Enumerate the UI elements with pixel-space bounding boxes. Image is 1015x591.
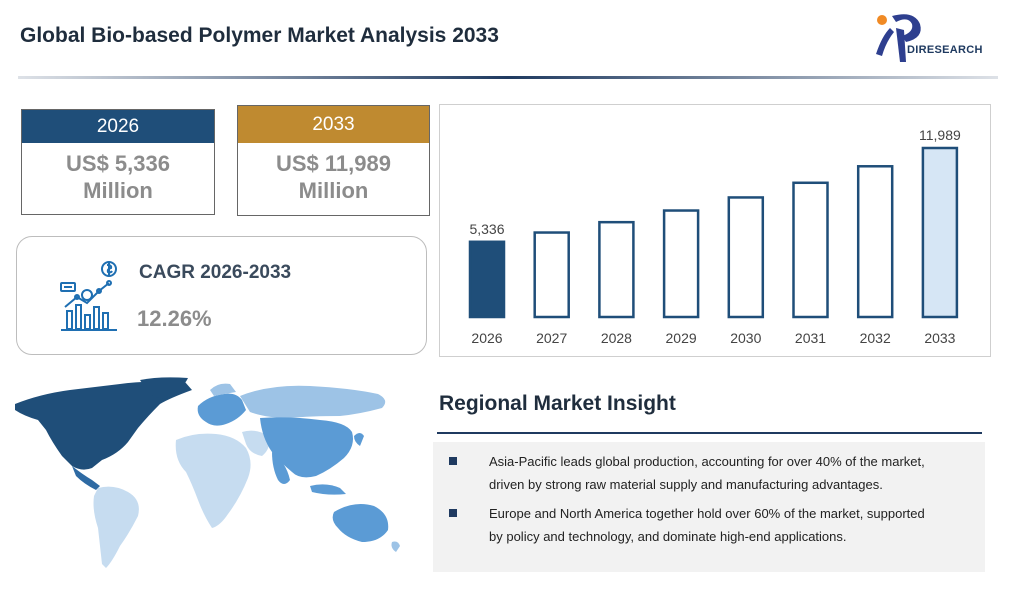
insight-line: Europe and North America together hold o… bbox=[489, 506, 925, 521]
insight-divider bbox=[437, 432, 982, 434]
bullet-square-icon bbox=[449, 509, 457, 517]
stat-card-2026: 2026 US$ 5,336 Million bbox=[21, 109, 215, 215]
bar-chart: 2026 5,336 2027 2028 2029 2030 2031 2032 2033 11,… bbox=[468, 127, 961, 346]
x-tick-label: 2032 bbox=[860, 330, 891, 346]
world-map-icon bbox=[15, 377, 400, 568]
x-tick-label: 2031 bbox=[795, 330, 826, 346]
diresearch-logo-icon bbox=[876, 14, 921, 62]
x-tick-label: 2030 bbox=[730, 330, 761, 346]
insight-title: Regional Market Insight bbox=[439, 392, 676, 415]
bar-2028 bbox=[598, 220, 635, 319]
insight-line: driven by strong raw material supply and… bbox=[489, 477, 883, 492]
insight-line: by policy and technology, and dominate h… bbox=[489, 529, 847, 544]
bar-2030 bbox=[727, 196, 765, 319]
stat-card-2033: 2033 US$ 11,989 Million bbox=[237, 105, 430, 216]
stat-value: US$ 5,336 bbox=[66, 151, 170, 176]
x-tick-label: 2033 bbox=[924, 330, 955, 346]
insight-line: Asia-Pacific leads global production, ac… bbox=[489, 454, 925, 469]
bar-2033 bbox=[921, 146, 959, 319]
bar-2031 bbox=[792, 181, 829, 319]
logo-text: DIRESEARCH bbox=[907, 44, 983, 56]
bar-2032 bbox=[856, 165, 894, 319]
page-title: Global Bio-based Polymer Market Analysis… bbox=[20, 24, 499, 47]
data-label: 5,336 bbox=[469, 221, 504, 237]
bar-2029 bbox=[662, 209, 700, 319]
cagr-value: 12.26% bbox=[137, 306, 212, 331]
stat-value: US$ 11,989 bbox=[276, 151, 391, 176]
title-divider bbox=[18, 76, 998, 79]
stat-unit: Million bbox=[83, 178, 153, 203]
stat-year: 2026 bbox=[22, 110, 214, 143]
x-tick-label: 2026 bbox=[471, 330, 502, 346]
insight-bullet-2: Europe and North America together hold o… bbox=[489, 502, 969, 548]
x-tick-label: 2028 bbox=[601, 330, 632, 346]
stat-year: 2033 bbox=[238, 106, 429, 143]
bar-2027 bbox=[533, 231, 570, 319]
cagr-card: CAGR 2026-2033 12.26% bbox=[16, 236, 427, 355]
analytics-icon bbox=[60, 261, 117, 331]
insight-bullet-1: Asia-Pacific leads global production, ac… bbox=[489, 450, 969, 496]
market-size-chart: 2026 5,336 2027 2028 2029 2030 2031 2032 2033 11,… bbox=[439, 104, 991, 357]
cagr-title: CAGR 2026-2033 bbox=[139, 262, 292, 283]
insight-panel: Asia-Pacific leads global production, ac… bbox=[433, 442, 985, 572]
x-tick-label: 2029 bbox=[666, 330, 697, 346]
bullet-square-icon bbox=[449, 457, 457, 465]
data-label: 11,989 bbox=[919, 127, 961, 143]
bar-2026 bbox=[468, 240, 506, 319]
x-tick-label: 2027 bbox=[536, 330, 567, 346]
stat-unit: Million bbox=[298, 178, 369, 203]
